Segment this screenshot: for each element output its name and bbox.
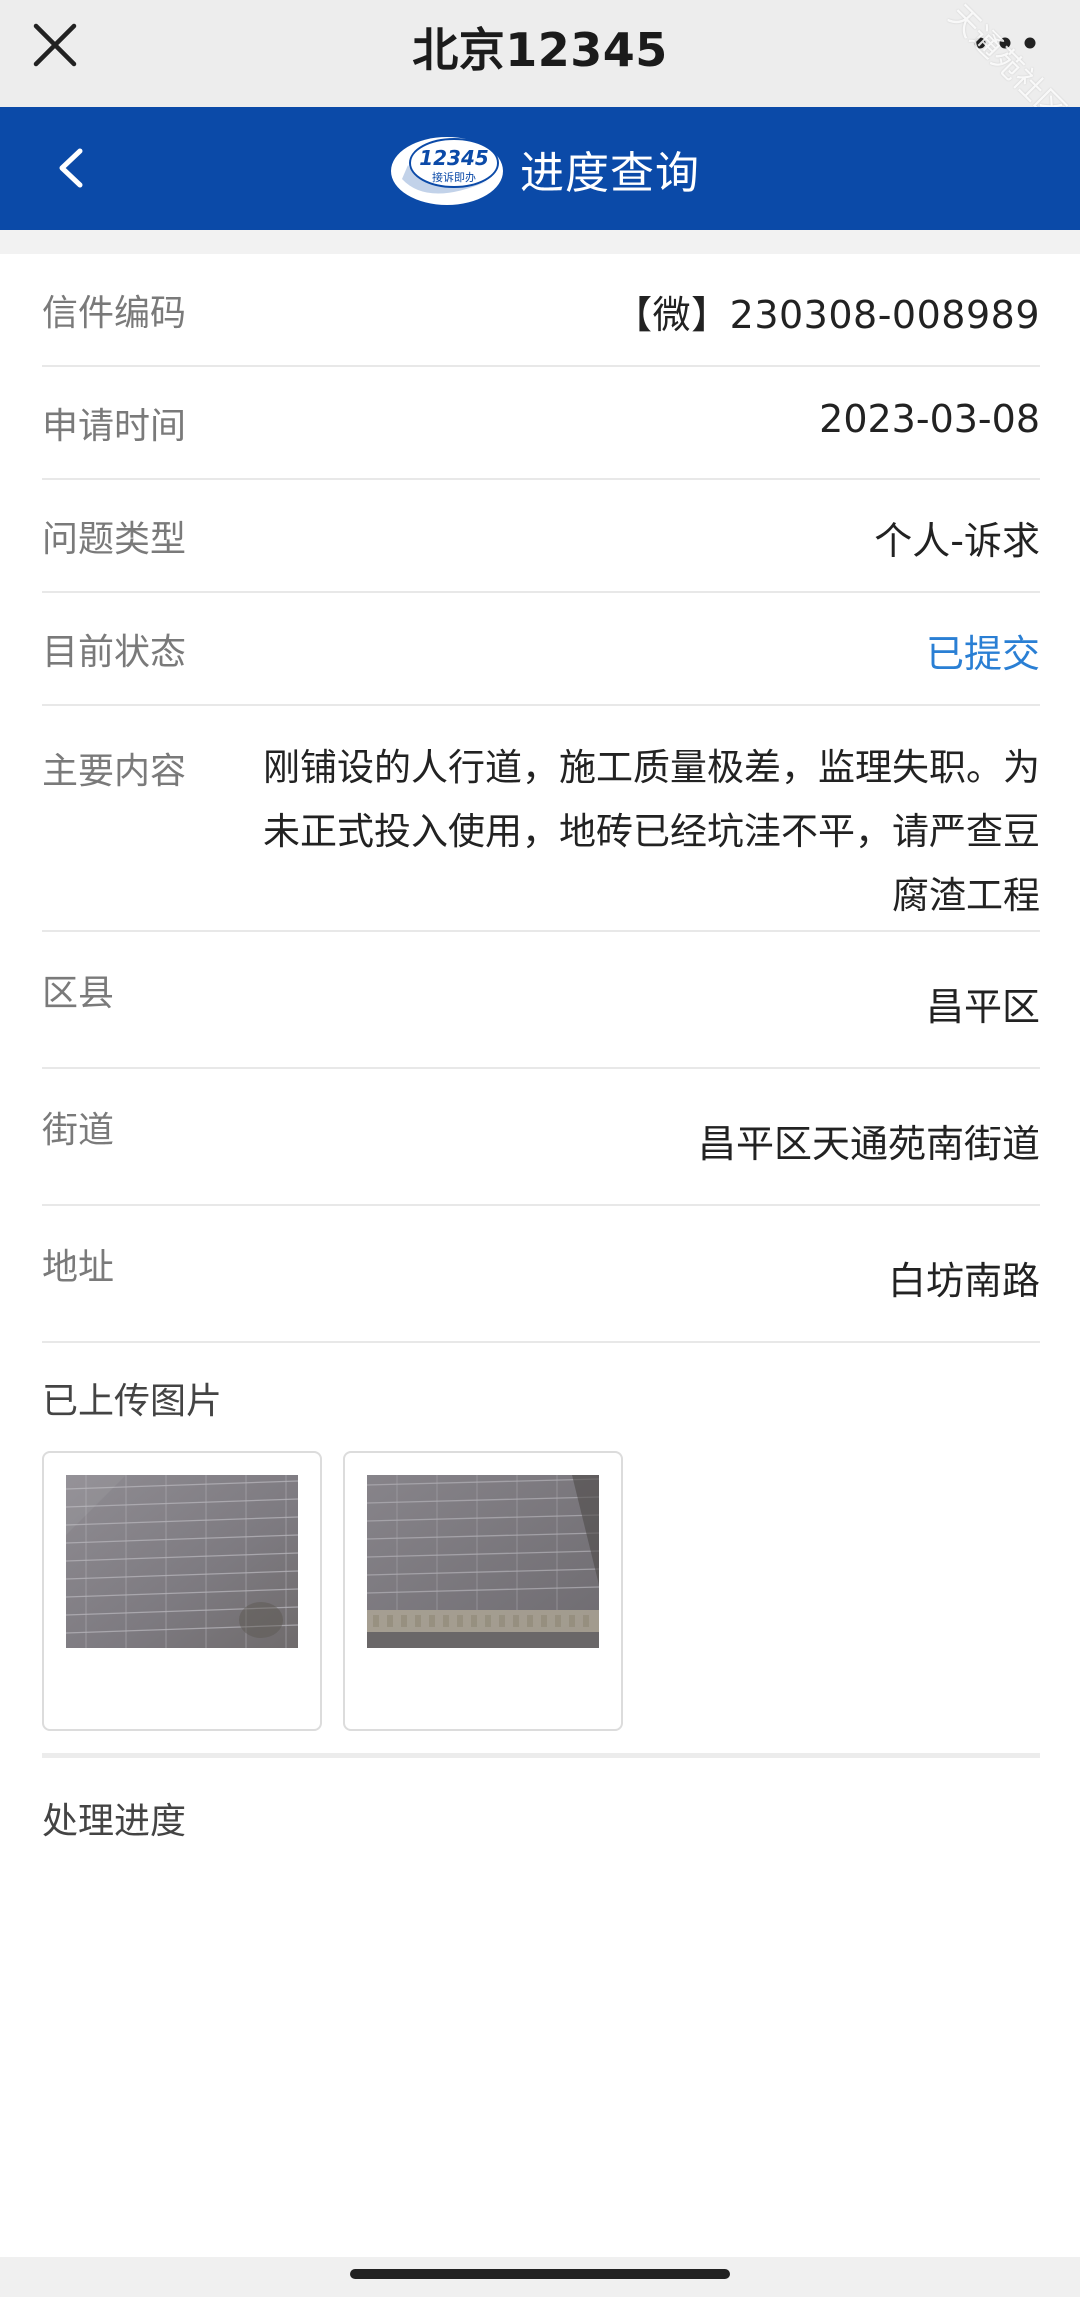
content-label: 主要内容 — [42, 751, 187, 792]
date-label: 申请时间 — [42, 406, 187, 447]
date-value: 2023-03-08 — [819, 397, 1040, 441]
row-date: 申请时间 2023-03-08 — [42, 367, 1040, 480]
code-value: 【微】230308-008989 — [614, 293, 1040, 337]
brick-pavement-photo — [66, 1475, 298, 1648]
photo-thumbnail[interactable] — [343, 1451, 623, 1731]
row-code: 信件编码 【微】230308-008989 — [42, 254, 1040, 367]
status-value: 已提交 — [925, 632, 1040, 676]
window-title: 北京12345 — [412, 23, 668, 77]
12345-logo: 12345 接诉即办 — [391, 137, 503, 205]
page-title: 进度查询 — [520, 148, 700, 199]
detail-list: 信件编码 【微】230308-008989 申请时间 2023-03-08 问题… — [42, 254, 1040, 1343]
section-divider — [42, 1753, 1040, 1758]
address-label: 地址 — [42, 1247, 115, 1288]
street-label: 街道 — [42, 1110, 115, 1151]
row-district: 区县 昌平区 — [42, 932, 1040, 1069]
photo-thumbnail[interactable] — [42, 1451, 322, 1731]
content-value: 刚铺设的人行道，施工质量极差，监理失职。为未正式投入使用，地砖已经坑洼不平，请严… — [263, 746, 1040, 917]
brick-pavement-photo — [367, 1475, 599, 1648]
row-type: 问题类型 个人-诉求 — [42, 480, 1040, 593]
row-street: 街道 昌平区天通苑南街道 — [42, 1069, 1040, 1206]
district-label: 区县 — [42, 973, 115, 1014]
back-arrow-icon[interactable] — [52, 145, 92, 191]
home-indicator[interactable] — [350, 2269, 730, 2279]
district-value: 昌平区 — [925, 985, 1040, 1029]
bottom-bar — [0, 2257, 1080, 2297]
logo-text: 接诉即办 — [432, 171, 476, 184]
type-label: 问题类型 — [42, 519, 187, 560]
app-header: 12345 接诉即办 进度查询 — [0, 107, 1080, 230]
window-titlebar: 北京12345 天通苑社区网 — [0, 0, 1080, 150]
row-status: 目前状态 已提交 — [42, 593, 1040, 706]
progress-title: 处理进度 — [42, 1801, 187, 1842]
street-value: 昌平区天通苑南街道 — [697, 1122, 1040, 1166]
address-value: 白坊南路 — [887, 1259, 1040, 1303]
code-label: 信件编码 — [42, 293, 187, 334]
logo-number: 12345 — [419, 146, 489, 170]
status-label: 目前状态 — [42, 632, 187, 673]
photos-title: 已上传图片 — [42, 1381, 223, 1422]
row-address: 地址 白坊南路 — [42, 1206, 1040, 1343]
header-gap — [0, 230, 1080, 254]
type-value: 个人-诉求 — [874, 519, 1040, 563]
row-content: 主要内容 刚铺设的人行道，施工质量极差，监理失职。为未正式投入使用，地砖已经坑洼… — [42, 706, 1040, 932]
